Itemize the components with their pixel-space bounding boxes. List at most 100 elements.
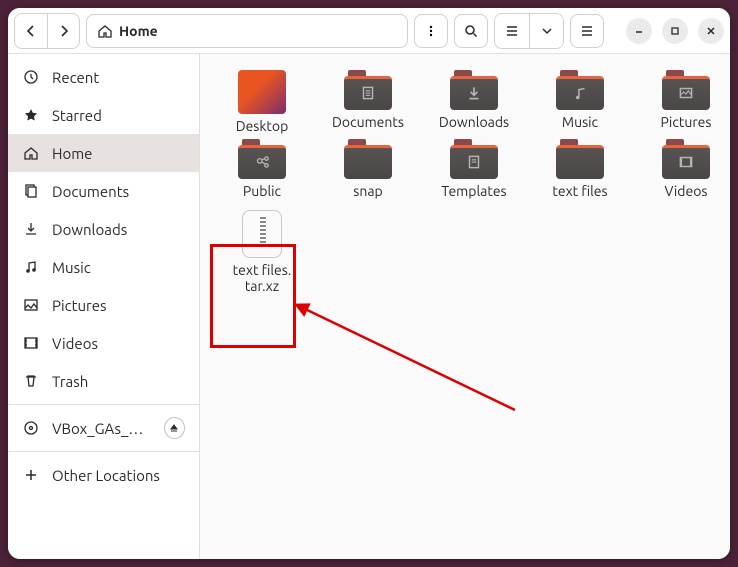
path-label: Home [119, 23, 158, 39]
view-list-button[interactable] [495, 14, 529, 48]
disc-icon [22, 419, 40, 437]
folder-icon [556, 139, 604, 179]
clock-icon [22, 68, 40, 86]
file-item-snap[interactable]: snap [316, 137, 420, 200]
titlebar: Home [8, 8, 730, 54]
file-item-public[interactable]: Public [210, 137, 314, 200]
chevron-left-icon [25, 25, 37, 37]
sidebar-item-label: VBox_GAs_7.… [52, 420, 152, 437]
trash-icon [22, 372, 40, 390]
file-item-music[interactable]: Music [528, 68, 632, 135]
location-options-button[interactable] [414, 14, 448, 48]
sidebar-item-label: Starred [52, 107, 102, 124]
sidebar-item-label: Recent [52, 69, 99, 86]
back-button[interactable] [15, 14, 47, 48]
maximize-icon [670, 26, 680, 36]
file-item-videos[interactable]: Videos [634, 137, 730, 200]
downloads-icon [22, 220, 40, 238]
folder-icon [344, 70, 392, 110]
path-segment-home[interactable]: Home [97, 23, 158, 39]
sidebar-item-music[interactable]: Music [8, 248, 199, 286]
home-icon [97, 23, 113, 39]
folder-icon [662, 139, 710, 179]
file-item-textfiles[interactable]: text files [528, 137, 632, 200]
folder-icon [238, 139, 286, 179]
file-label: Templates [441, 183, 506, 200]
sidebar-item-label: Music [52, 259, 91, 276]
folder-icon [344, 139, 392, 179]
search-button[interactable] [454, 14, 488, 48]
sidebar-item-label: Trash [52, 373, 88, 390]
file-manager-window: Home [8, 8, 730, 559]
annotation-arrow [285, 290, 545, 420]
file-label: text files [552, 183, 607, 200]
sidebar-item-other-locations[interactable]: Other Locations [8, 456, 199, 494]
sidebar-item-device[interactable]: VBox_GAs_7.… [8, 409, 199, 447]
file-item-pictures[interactable]: Pictures [634, 68, 730, 135]
file-item-desktop[interactable]: Desktop [210, 68, 314, 135]
archive-icon [242, 210, 282, 258]
eject-icon [169, 423, 179, 433]
music-icon [22, 258, 40, 276]
file-label: snap [353, 183, 382, 200]
file-item-downloads[interactable]: Downloads [422, 68, 526, 135]
plus-icon [22, 466, 40, 484]
file-label: Videos [665, 183, 708, 200]
videos-icon [22, 334, 40, 352]
file-label: Pictures [661, 114, 712, 131]
close-button[interactable] [698, 18, 724, 44]
sidebar-item-recent[interactable]: Recent [8, 58, 199, 96]
sidebar-item-downloads[interactable]: Downloads [8, 210, 199, 248]
eject-button[interactable] [164, 417, 185, 439]
file-label: Downloads [439, 114, 509, 131]
sidebar-item-label: Documents [52, 183, 129, 200]
maximize-button[interactable] [662, 18, 688, 44]
hamburger-menu-button[interactable] [570, 14, 604, 48]
chevron-right-icon [58, 25, 70, 37]
icon-grid: Desktop Documents Downloads Music Pictur… [210, 68, 720, 295]
sidebar-separator [8, 404, 199, 405]
list-icon [505, 24, 519, 38]
folder-icon [556, 70, 604, 110]
folder-icon [450, 70, 498, 110]
file-item-documents[interactable]: Documents [316, 68, 420, 135]
search-icon [464, 24, 478, 38]
sidebar-item-videos[interactable]: Videos [8, 324, 199, 362]
minimize-icon [634, 26, 644, 36]
file-label: Public [243, 183, 281, 200]
star-icon [22, 106, 40, 124]
close-icon [706, 26, 716, 36]
file-label: Music [562, 114, 598, 131]
view-controls [494, 13, 564, 49]
folder-icon [450, 139, 498, 179]
folder-icon [662, 70, 710, 110]
view-options-button[interactable] [529, 14, 563, 48]
minimize-button[interactable] [626, 18, 652, 44]
window-body: Recent Starred Home Documents Downloads … [8, 54, 730, 559]
sidebar-separator [8, 451, 199, 452]
file-label: text files. tar.xz [233, 262, 292, 296]
sidebar-item-label: Home [52, 145, 92, 162]
sidebar-item-label: Other Locations [52, 467, 160, 484]
sidebar-item-documents[interactable]: Documents [8, 172, 199, 210]
sidebar-item-trash[interactable]: Trash [8, 362, 199, 400]
sidebar-item-starred[interactable]: Starred [8, 96, 199, 134]
sidebar-item-home[interactable]: Home [8, 134, 199, 172]
file-item-templates[interactable]: Templates [422, 137, 526, 200]
sidebar-item-label: Videos [52, 335, 98, 352]
content-area[interactable]: Desktop Documents Downloads Music Pictur… [200, 54, 730, 559]
forward-button[interactable] [47, 14, 79, 48]
file-label: Desktop [236, 118, 289, 135]
sidebar-item-label: Downloads [52, 221, 127, 238]
pictures-icon [22, 296, 40, 314]
pathbar[interactable]: Home [86, 14, 408, 48]
chevron-down-icon [542, 26, 552, 36]
file-label: Documents [332, 114, 404, 131]
nav-buttons [14, 13, 80, 49]
sidebar-item-label: Pictures [52, 297, 107, 314]
hamburger-icon [580, 24, 594, 38]
sidebar: Recent Starred Home Documents Downloads … [8, 54, 200, 559]
sidebar-item-pictures[interactable]: Pictures [8, 286, 199, 324]
desktop-icon [238, 70, 286, 114]
file-item-archive[interactable]: text files. tar.xz [210, 208, 314, 296]
